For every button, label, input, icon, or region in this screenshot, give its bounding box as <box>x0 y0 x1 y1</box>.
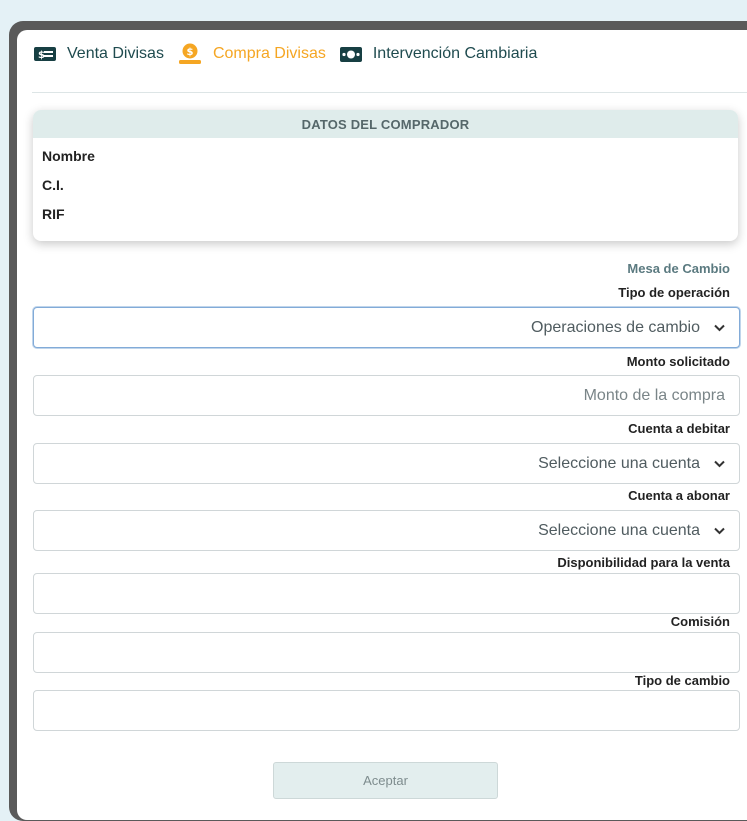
buyer-data-card: DATOS DEL COMPRADOR Nombre C.I. RIF <box>33 110 738 241</box>
credit-account-label: Cuenta a abonar <box>628 488 730 503</box>
tab-venta-divisas[interactable]: $ Venta Divisas <box>34 45 164 63</box>
commission-label: Comisión <box>670 614 730 629</box>
chevron-down-icon <box>714 324 725 332</box>
buyer-name-label: Nombre <box>42 148 95 164</box>
tab-compra-divisas-label: Compra Divisas <box>212 45 326 62</box>
debit-account-select[interactable]: Seleccione una cuenta <box>33 443 740 484</box>
debit-account-label: Cuenta a debitar <box>628 421 730 436</box>
commission-field[interactable] <box>33 632 740 673</box>
buyer-rif-label: RIF <box>42 206 65 222</box>
chevron-down-icon <box>714 527 725 535</box>
amount-placeholder: Monto de la compra <box>583 386 725 404</box>
exchange-rate-label: Tipo de cambio <box>634 673 730 688</box>
amount-input[interactable]: Monto de la compra <box>33 375 740 416</box>
operation-type-label: Tipo de operación <box>618 285 730 300</box>
buyer-ci-label: C.I. <box>42 177 64 193</box>
operation-type-select[interactable]: Operaciones de cambio <box>33 307 740 348</box>
tab-intervencion-cambiaria[interactable]: Intervención Cambiaria <box>339 45 538 63</box>
tab-compra-divisas[interactable]: $ Compra Divisas <box>178 43 326 65</box>
coin-hand-icon: $ <box>178 43 202 65</box>
availability-label: Disponibilidad para la venta <box>557 555 730 570</box>
amount-label: Monto solicitado <box>626 354 730 369</box>
tab-divider <box>32 92 747 93</box>
debit-account-value: Seleccione una cuenta <box>538 454 700 472</box>
tab-venta-divisas-label: Venta Divisas <box>67 45 164 62</box>
credit-account-value: Seleccione una cuenta <box>538 521 700 539</box>
buyer-card-header: DATOS DEL COMPRADOR <box>33 110 738 138</box>
availability-field[interactable] <box>33 573 740 614</box>
chevron-down-icon <box>714 460 725 468</box>
operation-type-value: Operaciones de cambio <box>531 318 700 336</box>
section-title: Mesa de Cambio <box>627 261 730 276</box>
tab-intervencion-cambiaria-label: Intervención Cambiaria <box>372 45 538 62</box>
cash-icon <box>339 46 362 62</box>
tab-bar: $ Venta Divisas $ Compra Divisas Interve… <box>34 42 551 66</box>
money-bill-icon: $ <box>34 47 56 61</box>
svg-text:$: $ <box>186 47 193 58</box>
credit-account-select[interactable]: Seleccione una cuenta <box>33 510 740 551</box>
accept-button[interactable]: Aceptar <box>273 762 498 799</box>
svg-text:$: $ <box>38 50 45 61</box>
exchange-rate-field[interactable] <box>33 690 740 731</box>
